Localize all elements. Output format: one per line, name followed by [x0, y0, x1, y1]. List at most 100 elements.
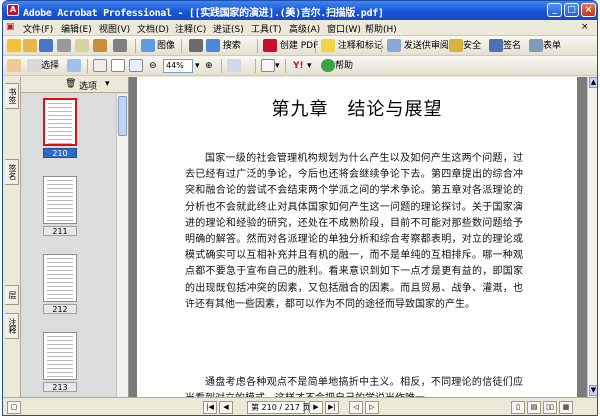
sign-button[interactable]: 签名 — [489, 39, 521, 53]
scroll-down-arrow-icon[interactable]: ▼ — [589, 385, 597, 396]
options-menu[interactable]: 选项 — [79, 79, 97, 92]
page-thumbnail[interactable] — [43, 254, 77, 302]
file-toolbar: 图像 搜索 创建 PDF 注释和标记 发送供审阅 安全 签名 表单 — [3, 36, 597, 56]
actual-size-icon[interactable] — [93, 59, 107, 73]
find-icon[interactable] — [189, 39, 203, 53]
fit-width-icon[interactable] — [129, 59, 143, 73]
next-page-icon[interactable]: ▶ — [309, 401, 323, 414]
minimize-button[interactable]: _ — [547, 3, 562, 17]
zoom-dropdown-icon[interactable]: ▾ — [195, 59, 200, 73]
zoom-in-button[interactable]: ⊕ — [205, 59, 213, 73]
secure-label: 安全 — [463, 41, 482, 51]
facing-icon[interactable]: ▯▯ — [543, 401, 557, 414]
yahoo-icon[interactable]: Y! — [293, 59, 304, 73]
pages-panel: 🗑 选项 ▾ 210 211 212 213 — [21, 77, 129, 397]
acrobat-window: A Adobe Acrobat Professional - [[实践国家的演进… — [2, 0, 598, 416]
menu-edit[interactable]: 编辑(E) — [61, 22, 92, 35]
navigation-tabs: 书签 签名 层 注释 — [3, 77, 21, 397]
send-for-review-label: 发送供审阅 — [403, 41, 449, 51]
pages-panel-header: 🗑 选项 ▾ — [21, 77, 128, 93]
next-view-icon[interactable]: ▷ — [365, 401, 379, 414]
zoom-level-field[interactable]: 44% — [163, 59, 193, 73]
zoom-out-icon[interactable]: ⊖ — [149, 59, 157, 73]
menu-help[interactable]: 帮助(H) — [365, 22, 397, 35]
scroll-up-arrow-icon[interactable]: ▲ — [589, 77, 597, 88]
comment-markup-label: 注释和标记 — [337, 41, 383, 51]
help-label: 帮助 — [335, 61, 354, 71]
tab-bookmarks[interactable]: 书签 — [5, 83, 19, 109]
page-number-field[interactable]: 第 210 / 217 页 — [247, 401, 310, 414]
status-bar: ▢ |◀ ◀ 第 210 / 217 页 ▶ ▶| ◁ ▷ ▯ ▤ ▯▯ ▦ — [3, 397, 597, 415]
menu-view[interactable]: 视图(V) — [99, 22, 130, 35]
previous-page-icon[interactable]: ◀ — [219, 401, 233, 414]
menu-bar: ▣ 文件(F) 编辑(E) 视图(V) 文档(D) 注释(C) 进证(S) 工具… — [3, 20, 597, 36]
hand-tool-icon[interactable] — [7, 59, 21, 73]
thumbnail-label[interactable]: 212 — [43, 304, 77, 314]
thumbnail-list[interactable]: 210 211 212 213 — [21, 94, 117, 397]
help-button[interactable]: 帮助 — [321, 59, 353, 73]
document-scrollbar[interactable]: ▲ ▼ — [587, 77, 597, 397]
thumbnail-label[interactable]: 210 — [43, 148, 77, 158]
search-button[interactable]: 搜索 — [206, 39, 241, 53]
pdf-page: 第九章 结论与展望 国家一级的社会管理机构规划为什么产生以及如何产生这两个问题，… — [137, 77, 577, 397]
open-icon[interactable] — [23, 39, 37, 53]
forms-button[interactable]: 表单 — [529, 39, 561, 53]
document-view[interactable]: 第九章 结论与展望 国家一级的社会管理机构规划为什么产生以及如何产生这两个问题，… — [129, 77, 587, 397]
print-icon[interactable] — [57, 39, 71, 53]
document-menu-icon[interactable]: ▣ — [6, 22, 15, 32]
rotate-icon[interactable] — [227, 59, 241, 73]
body-paragraph-1: 国家一级的社会管理机构规划为什么产生以及如何产生这两个问题，过去已经有过广泛的争… — [185, 153, 523, 310]
thumbnail-label[interactable]: 211 — [43, 226, 77, 236]
send-for-review-button[interactable]: 发送供审阅 — [387, 39, 449, 53]
page-thumbnail[interactable] — [43, 176, 77, 224]
menu-advanced[interactable]: 高级(A) — [289, 22, 320, 35]
continuous-facing-icon[interactable]: ▦ — [559, 401, 573, 414]
fit-page-icon[interactable] — [111, 59, 125, 73]
maximize-button[interactable]: □ — [564, 3, 579, 17]
menu-window[interactable]: 窗口(W) — [327, 22, 361, 35]
first-page-icon[interactable]: |◀ — [203, 401, 217, 414]
thumbnail-label[interactable]: 213 — [43, 382, 77, 392]
window-title: Adobe Acrobat Professional - [[实践国家的演进].… — [23, 8, 384, 19]
tab-signatures[interactable]: 签名 — [5, 159, 19, 185]
last-page-icon[interactable]: ▶| — [325, 401, 339, 414]
menu-document[interactable]: 文档(D) — [137, 22, 169, 35]
organizer-icon[interactable] — [93, 39, 107, 53]
select-tool-label: 选择 — [41, 61, 60, 71]
attach-icon[interactable] — [113, 39, 127, 53]
body-paragraph-2: 通盘考虑各种观点不是简单地搞折中主义。相反，不同理论的信徒们应当看到对立的模式，… — [185, 377, 523, 397]
save-icon[interactable] — [39, 39, 53, 53]
previous-view-icon[interactable]: ◁ — [349, 401, 363, 414]
pages-icon[interactable]: ▾ — [261, 59, 280, 73]
menu-comments[interactable]: 注释(C) — [175, 22, 206, 35]
delete-page-icon[interactable]: 🗑 — [65, 79, 76, 89]
continuous-icon[interactable]: ▤ — [527, 401, 541, 414]
page-thumbnail[interactable] — [43, 332, 77, 380]
email-icon[interactable] — [75, 39, 89, 53]
close-button[interactable]: × — [581, 3, 596, 17]
zoom-in-icon[interactable] — [67, 59, 81, 73]
thumbnail-scrollbar[interactable] — [116, 94, 128, 397]
thumbnail-scroll-thumb[interactable] — [118, 96, 127, 136]
comment-markup-button[interactable]: 注释和标记 — [321, 39, 383, 53]
snapshot-icon[interactable] — [141, 39, 155, 53]
tab-comments[interactable]: 注释 — [5, 313, 19, 339]
menu-tools[interactable]: 工具(T) — [251, 22, 282, 35]
acrobat-app-icon[interactable]: A — [7, 4, 19, 16]
new-document-icon[interactable] — [7, 39, 21, 53]
secure-button[interactable]: 安全 — [449, 39, 481, 53]
select-tool-button[interactable]: 选择 — [27, 59, 59, 73]
single-page-icon[interactable]: ▯ — [511, 401, 525, 414]
menu-file[interactable]: 文件(F) — [23, 22, 53, 35]
yahoo-dropdown-icon[interactable]: ▾ — [307, 59, 312, 73]
create-pdf-button[interactable]: 创建 PDF — [263, 39, 318, 53]
options-dropdown-icon[interactable]: ▾ — [105, 79, 110, 89]
doc-close-icon[interactable]: × — [581, 22, 589, 32]
create-pdf-label: 创建 PDF — [279, 41, 319, 51]
snapshot-label: 图像 — [157, 41, 176, 51]
tab-layers[interactable]: 层 — [5, 285, 19, 305]
page-thumbnail[interactable] — [43, 98, 77, 146]
menu-forms[interactable]: 进证(S) — [213, 22, 244, 35]
title-bar: A Adobe Acrobat Professional - [[实践国家的演进… — [3, 1, 597, 20]
document-status-icon[interactable]: ▢ — [7, 401, 21, 414]
